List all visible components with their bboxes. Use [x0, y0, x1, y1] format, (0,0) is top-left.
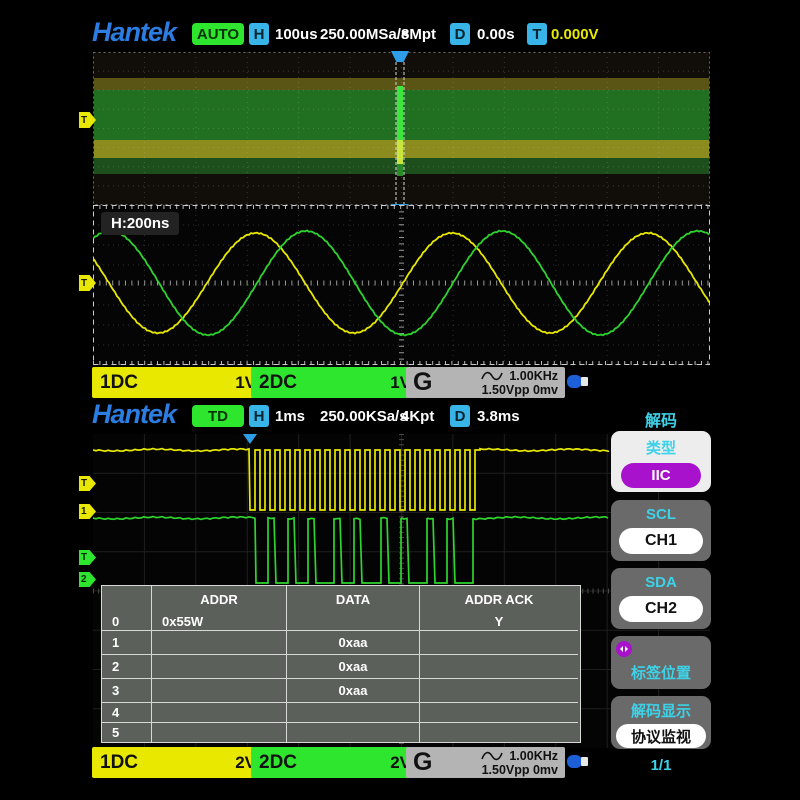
- scl-channel-value[interactable]: CH1: [619, 528, 703, 554]
- table-cell: [151, 631, 286, 655]
- table-header: DATA: [286, 586, 419, 612]
- table-header: [102, 586, 151, 612]
- trigger-badge[interactable]: T: [527, 23, 547, 45]
- overview-waveform-area: [93, 52, 710, 205]
- table-header: ADDR: [151, 586, 286, 612]
- table-cell: [286, 703, 419, 723]
- run-mode-badge[interactable]: AUTO: [192, 23, 244, 45]
- ch1-label: 1DC: [100, 372, 138, 394]
- table-cell: 0xaa: [286, 631, 419, 655]
- generator-amplitude: 1.50Vpp 0mv: [482, 383, 558, 397]
- label-position-button[interactable]: 标签位置: [611, 636, 711, 689]
- table-cell: 3: [102, 679, 151, 703]
- page-indicator: 1/1: [611, 757, 711, 774]
- table-cell: 2: [102, 655, 151, 679]
- generator-label-2: G: [413, 748, 432, 777]
- decode-type-label: 类型: [611, 437, 711, 458]
- decode-display-value[interactable]: 协议监视: [616, 724, 706, 748]
- decode-type-button[interactable]: 类型 IIC: [611, 431, 711, 492]
- table-cell: [419, 723, 578, 742]
- generator-amplitude-2: 1.50Vpp 0mv: [482, 763, 558, 777]
- sample-rate-readout: 250.00MSa/s: [320, 26, 409, 43]
- table-cell: 5: [102, 723, 151, 742]
- horizontal-badge[interactable]: H: [249, 23, 269, 45]
- table-cell: 0xaa: [286, 679, 419, 703]
- table-cell: 0: [102, 612, 151, 631]
- table-cell: [419, 655, 578, 679]
- generator-frequency-2: 1.00KHz: [509, 749, 558, 763]
- run-mode-badge-2[interactable]: TD: [192, 405, 244, 427]
- page: Hantek AUTO H 100us 250.00MSa/s 8Mpt D 0…: [0, 0, 800, 800]
- memory-depth-readout-2: 4Kpt: [401, 408, 434, 425]
- ch1-status-button-2[interactable]: 1DC 2V: [92, 747, 264, 778]
- scl-label: SCL: [611, 506, 711, 523]
- rotate-knob-icon: [615, 640, 633, 658]
- ch2-status-button-2[interactable]: 2DC 2V: [251, 747, 419, 778]
- generator-status-button-2[interactable]: G 1.00KHz 1.50Vpp 0mv: [406, 747, 565, 778]
- memory-depth-readout: 8Mpt: [401, 26, 436, 43]
- decode-event-table: ADDRDATAADDR ACK 00x55W Y 1 0xaa 2 0xaa 3 0xaa 45: [101, 585, 581, 743]
- table-header: ADDR ACK: [419, 586, 578, 612]
- delay-badge[interactable]: D: [450, 23, 470, 45]
- decode-type-value[interactable]: IIC: [621, 463, 701, 488]
- sine-wave-icon: [481, 371, 503, 381]
- zoom-timebase-label: H:200ns: [101, 212, 179, 235]
- brand-logo: Hantek: [92, 17, 176, 48]
- delay-readout: 0.00s: [477, 26, 515, 43]
- decode-menu-title: 解码: [611, 407, 711, 431]
- table-cell: Y: [419, 612, 578, 631]
- usb-device-icon: [567, 375, 582, 388]
- table-cell: 0x55W: [151, 612, 286, 631]
- sda-source-button[interactable]: SDA CH2: [611, 568, 711, 629]
- ch1-status-button[interactable]: 1DC 1V: [92, 367, 264, 398]
- sda-channel-value[interactable]: CH2: [619, 596, 703, 622]
- delay-readout-2: 3.8ms: [477, 408, 520, 425]
- table-cell: [151, 703, 286, 723]
- scl-source-button[interactable]: SCL CH1: [611, 500, 711, 561]
- delay-badge-2[interactable]: D: [450, 405, 470, 427]
- ch2-label-2: 2DC: [259, 752, 297, 774]
- table-cell: [151, 655, 286, 679]
- table-cell: [419, 631, 578, 655]
- sda-label: SDA: [611, 574, 711, 591]
- brand-logo-2: Hantek: [92, 399, 176, 430]
- ch1-label-2: 1DC: [100, 752, 138, 774]
- table-cell: 0xaa: [286, 655, 419, 679]
- table-cell: [286, 723, 419, 742]
- ch2-status-button[interactable]: 2DC 1V: [251, 367, 419, 398]
- trigger-level-readout: 0.000V: [551, 26, 599, 43]
- label-position-label: 标签位置: [611, 662, 711, 683]
- table-cell: [286, 612, 419, 631]
- decode-display-button[interactable]: 解码显示 协议监视: [611, 696, 711, 749]
- table-cell: [151, 723, 286, 742]
- ch2-label: 2DC: [259, 372, 297, 394]
- usb-device-icon-2: [567, 755, 582, 768]
- horizontal-badge-2[interactable]: H: [249, 405, 269, 427]
- table-cell: [419, 679, 578, 703]
- zoom-waveform-area: [93, 205, 710, 365]
- table-cell: 4: [102, 703, 151, 723]
- decode-display-label: 解码显示: [611, 700, 711, 721]
- timebase-readout-2: 1ms: [275, 408, 305, 425]
- table-cell: [419, 703, 578, 723]
- generator-frequency: 1.00KHz: [509, 369, 558, 383]
- timebase-readout: 100us: [275, 26, 318, 43]
- generator-label: G: [413, 368, 432, 397]
- table-cell: 1: [102, 631, 151, 655]
- sine-wave-icon-2: [481, 751, 503, 761]
- table-cell: [151, 679, 286, 703]
- generator-status-button[interactable]: G 1.00KHz 1.50Vpp 0mv: [406, 367, 565, 398]
- sample-rate-readout-2: 250.00KSa/s: [320, 408, 408, 425]
